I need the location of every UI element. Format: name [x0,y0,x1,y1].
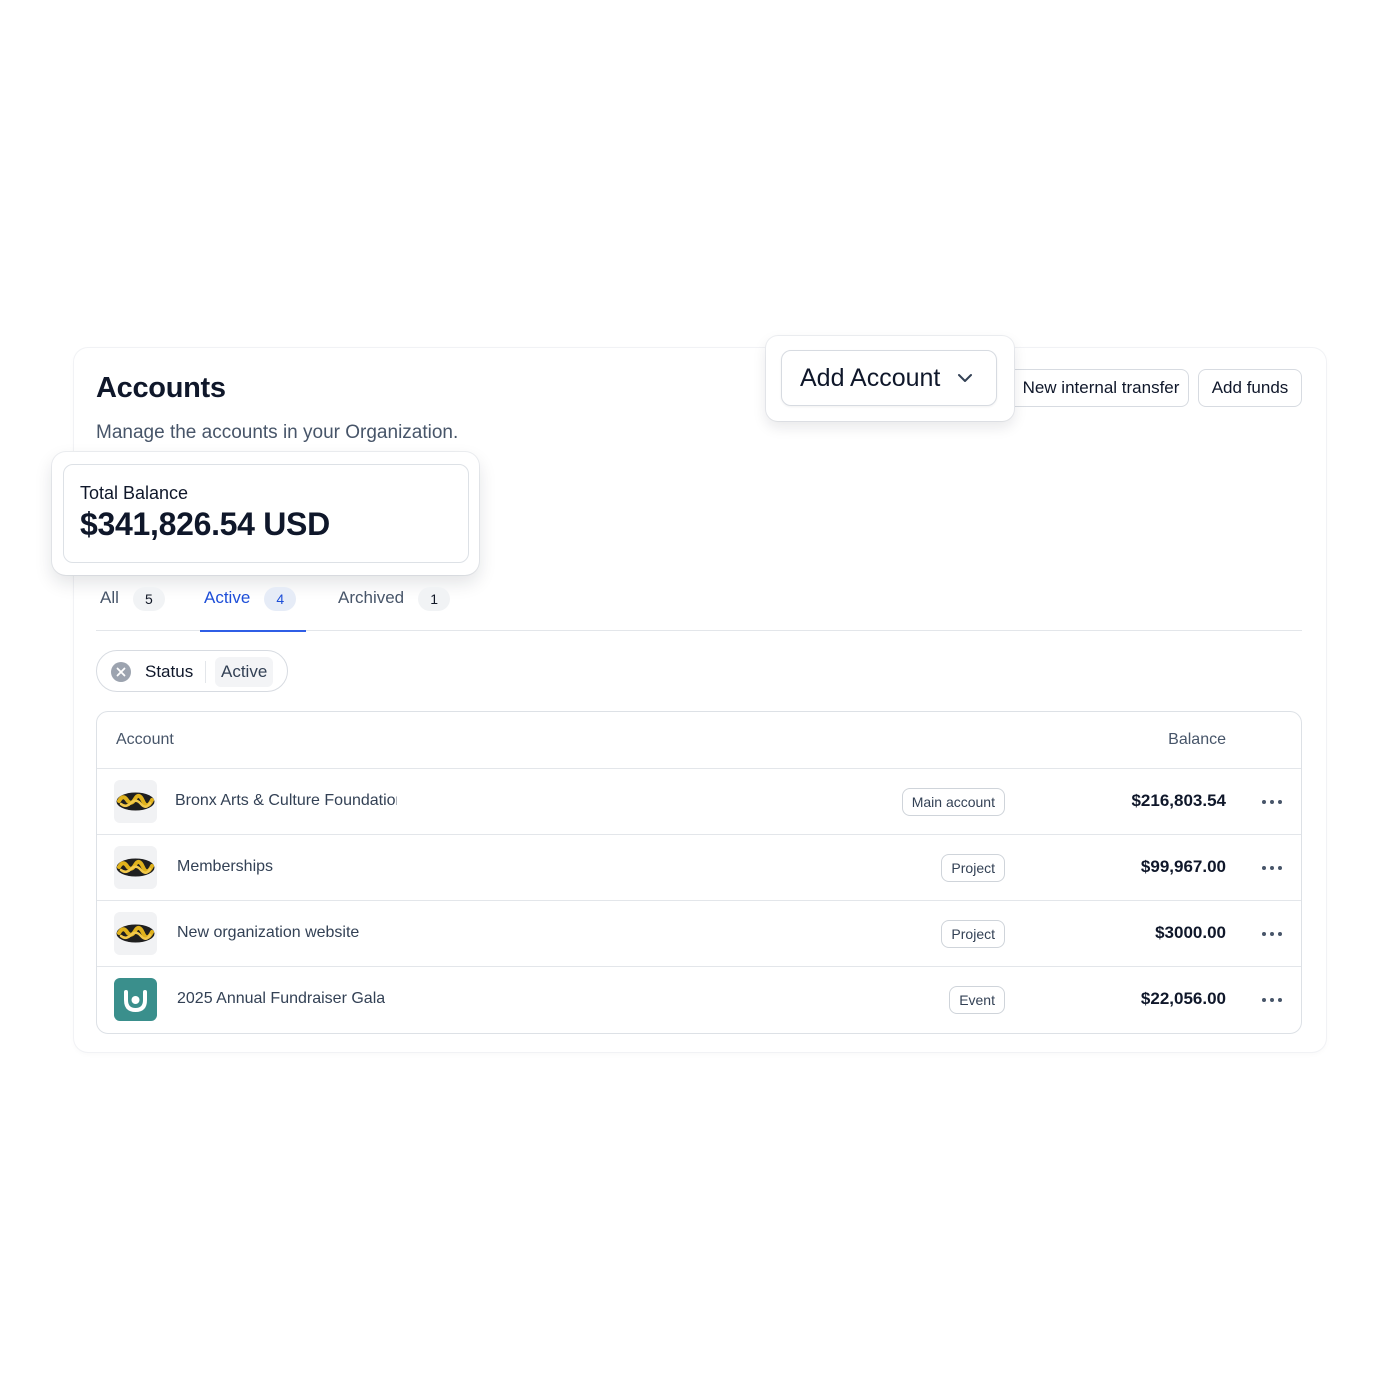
tab-archived-label: Archived [338,588,405,607]
add-funds-button[interactable]: Add funds [1198,369,1302,407]
tab-all-label: All [100,588,119,607]
add-account-button[interactable]: Add Account [781,350,997,406]
page-subtitle: Manage the accounts in your Organization… [96,422,459,443]
close-icon[interactable] [111,662,131,682]
account-type-badge: Project [941,920,1005,948]
account-balance: $3000.00 [1155,923,1226,942]
account-type-badge: Main account [901,788,1005,816]
account-balance: $216,803.54 [1131,791,1226,810]
account-type-badge: Event [949,986,1005,1014]
account-type-badge: Project [941,854,1005,882]
add-account-label: Add Account [800,363,941,392]
table-row[interactable]: New organization website Project $3000.0… [97,901,1301,967]
new-internal-transfer-label: New internal transfer [1022,378,1180,397]
tab-active-count: 4 [264,587,297,611]
accounts-table: Account Balance Bronx Arts & Culture Fou… [96,711,1302,1034]
tab-all-count: 5 [132,587,165,611]
table-header: Account Balance [97,712,1301,769]
graffiti-logo-icon [114,846,157,889]
tab-archived[interactable]: Archived 1 [338,584,451,631]
column-header-account: Account [116,731,174,748]
table-row[interactable]: 2025 Annual Fundraiser Gala Event $22,05… [97,967,1301,1033]
total-balance-value: $341,826.54 USD [80,506,330,542]
table-row[interactable]: Bronx Arts & Culture Foundation Main acc… [97,769,1301,835]
account-name: New organization website [177,924,360,941]
filter-divider [205,661,206,683]
graffiti-logo-icon [114,912,157,955]
tab-archived-count: 1 [418,587,451,611]
column-header-balance: Balance [1168,731,1226,748]
tab-all[interactable]: All 5 [100,584,165,631]
account-balance: $22,056.00 [1140,989,1226,1008]
tab-active[interactable]: Active 4 [200,584,306,632]
status-tabs: All 5 Active 4 Archived 1 [96,584,1302,632]
more-horizontal-icon[interactable] [1261,791,1283,813]
filter-value: Active [215,657,274,687]
graffiti-logo-icon [114,780,157,823]
more-horizontal-icon[interactable] [1261,923,1283,945]
tab-active-label: Active [204,588,251,607]
page-title: Accounts [96,372,226,404]
more-horizontal-icon[interactable] [1261,857,1283,879]
table-row[interactable]: Memberships Project $99,967.00 [97,835,1301,901]
account-balance: $99,967.00 [1140,857,1226,876]
smile-logo-icon [114,978,157,1021]
new-internal-transfer-button[interactable]: New internal transfer [1006,369,1189,407]
account-name: 2025 Annual Fundraiser Gala [177,990,386,1007]
more-horizontal-icon[interactable] [1261,989,1283,1011]
filter-key: Status [145,662,194,681]
add-funds-label: Add funds [1211,378,1289,397]
account-name: Memberships [177,858,274,875]
total-balance-label: Total Balance [80,483,189,503]
account-name: Bronx Arts & Culture Foundation [175,792,397,809]
status-filter-chip[interactable]: Status Active [96,650,288,692]
chevron-down-icon [958,374,972,382]
